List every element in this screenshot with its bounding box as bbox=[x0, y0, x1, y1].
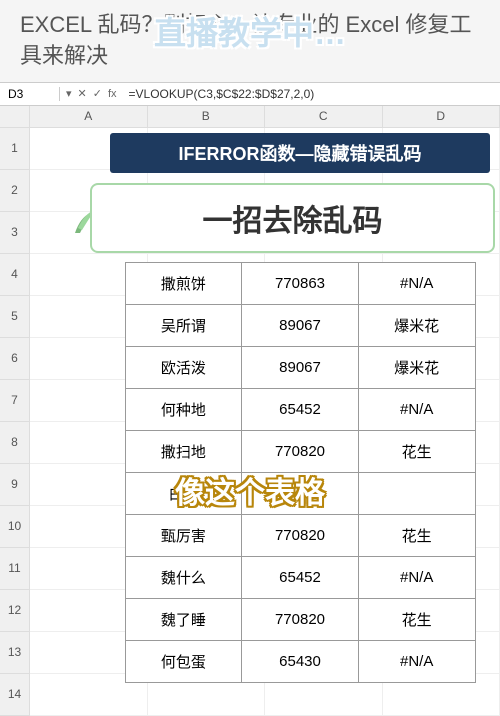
row-header[interactable]: 7 bbox=[0, 380, 30, 422]
table-row: 甄厉害770820花生 bbox=[125, 515, 475, 557]
table-cell[interactable]: 何包蛋 bbox=[125, 640, 243, 683]
table-cell[interactable]: 770863 bbox=[241, 262, 359, 305]
row-header[interactable]: 4 bbox=[0, 254, 30, 296]
confirm-icon[interactable]: ✓ bbox=[93, 87, 102, 100]
row-header[interactable]: 2 bbox=[0, 170, 30, 212]
table-cell[interactable]: 甄厉害 bbox=[125, 514, 243, 557]
fx-icon[interactable]: fx bbox=[108, 88, 117, 100]
spreadsheet: 1234567891011121314 ABCD IFERROR函数—隐藏错误乱… bbox=[0, 106, 500, 716]
formula-bar: D3 ▾ ✕ ✓ fx =VLOOKUP(C3,$C$22:$D$27,2,0) bbox=[0, 82, 500, 106]
table-cell[interactable]: #N/A bbox=[358, 388, 476, 431]
table-cell[interactable]: 花生 bbox=[358, 514, 476, 557]
table-cell[interactable]: 魏什么 bbox=[125, 556, 243, 599]
fx-controls: ▾ ✕ ✓ fx bbox=[60, 87, 123, 100]
table-cell[interactable] bbox=[358, 472, 476, 515]
row-header[interactable]: 9 bbox=[0, 464, 30, 506]
title-area: EXCEL 乱码？别担心，让专业的 Excel 修复工具来解决 直播教学中… bbox=[0, 0, 500, 82]
table-cell[interactable]: 撒扫地 bbox=[125, 430, 243, 473]
table-row: 何包蛋65430#N/A bbox=[125, 641, 475, 683]
table-cell[interactable]: 魏了睡 bbox=[125, 598, 243, 641]
row-header[interactable]: 6 bbox=[0, 338, 30, 380]
table-row: 魏什么65452#N/A bbox=[125, 557, 475, 599]
row-header[interactable]: 8 bbox=[0, 422, 30, 464]
row-header[interactable]: 5 bbox=[0, 296, 30, 338]
column-header[interactable]: A bbox=[30, 106, 148, 128]
column-header[interactable]: D bbox=[383, 106, 500, 128]
table-cell[interactable]: 爆米花 bbox=[358, 304, 476, 347]
row-header[interactable]: 13 bbox=[0, 632, 30, 674]
corner-cell[interactable] bbox=[0, 106, 30, 128]
table-cell[interactable]: 何种地 bbox=[125, 388, 243, 431]
table-cell[interactable]: 89067 bbox=[241, 304, 359, 347]
table-cell[interactable]: 770820 bbox=[241, 430, 359, 473]
row-header[interactable]: 10 bbox=[0, 506, 30, 548]
content-area: IFERROR函数—隐藏错误乱码 一招去除乱码 撒煎饼770863#N/A吴所谓… bbox=[30, 128, 500, 716]
dropdown-icon[interactable]: ▾ bbox=[66, 87, 72, 100]
row-header[interactable]: 12 bbox=[0, 590, 30, 632]
table-cell[interactable]: 65452 bbox=[241, 388, 359, 431]
column-area: ABCD IFERROR函数—隐藏错误乱码 一招去除乱码 撒煎饼770863#N… bbox=[30, 106, 500, 716]
table-row: 撒扫地770820花生 bbox=[125, 431, 475, 473]
table-row: 撒煎饼770863#N/A bbox=[125, 263, 475, 305]
table-cell[interactable]: 770820 bbox=[241, 514, 359, 557]
cell-reference[interactable]: D3 bbox=[0, 87, 60, 101]
table-row: 魏了睡770820花生 bbox=[125, 599, 475, 641]
sub-banner: 一招去除乱码 bbox=[90, 183, 495, 253]
table-cell[interactable]: #N/A bbox=[358, 556, 476, 599]
row-header[interactable]: 11 bbox=[0, 548, 30, 590]
table-cell[interactable]: 爆米花 bbox=[358, 346, 476, 389]
main-banner: IFERROR函数—隐藏错误乱码 bbox=[110, 133, 490, 173]
table-cell[interactable]: 89067 bbox=[241, 346, 359, 389]
table-cell[interactable]: #N/A bbox=[358, 262, 476, 305]
cancel-icon[interactable]: ✕ bbox=[78, 87, 87, 100]
table-cell[interactable]: 欧活泼 bbox=[125, 346, 243, 389]
table-row: 何种地65452#N/A bbox=[125, 389, 475, 431]
table-cell[interactable]: 撒煎饼 bbox=[125, 262, 243, 305]
row-headers: 1234567891011121314 bbox=[0, 106, 30, 716]
table-cell[interactable]: 花生 bbox=[358, 430, 476, 473]
row-header[interactable]: 14 bbox=[0, 674, 30, 716]
row-header[interactable]: 3 bbox=[0, 212, 30, 254]
formula-input[interactable]: =VLOOKUP(C3,$C$22:$D$27,2,0) bbox=[123, 87, 500, 101]
table-row: 吴所谓89067爆米花 bbox=[125, 305, 475, 347]
overlay-title: 直播教学中… bbox=[154, 8, 346, 54]
video-caption: 像这个表格 bbox=[175, 468, 325, 512]
table-cell[interactable]: 花生 bbox=[358, 598, 476, 641]
table-cell[interactable]: 65452 bbox=[241, 556, 359, 599]
column-header[interactable]: B bbox=[148, 106, 266, 128]
table-row: 欧活泼89067爆米花 bbox=[125, 347, 475, 389]
column-headers: ABCD bbox=[30, 106, 500, 128]
table-cell[interactable]: 65430 bbox=[241, 640, 359, 683]
table-cell[interactable]: 770820 bbox=[241, 598, 359, 641]
column-header[interactable]: C bbox=[265, 106, 383, 128]
table-cell[interactable]: 吴所谓 bbox=[125, 304, 243, 347]
row-header[interactable]: 1 bbox=[0, 128, 30, 170]
table-cell[interactable]: #N/A bbox=[358, 640, 476, 683]
